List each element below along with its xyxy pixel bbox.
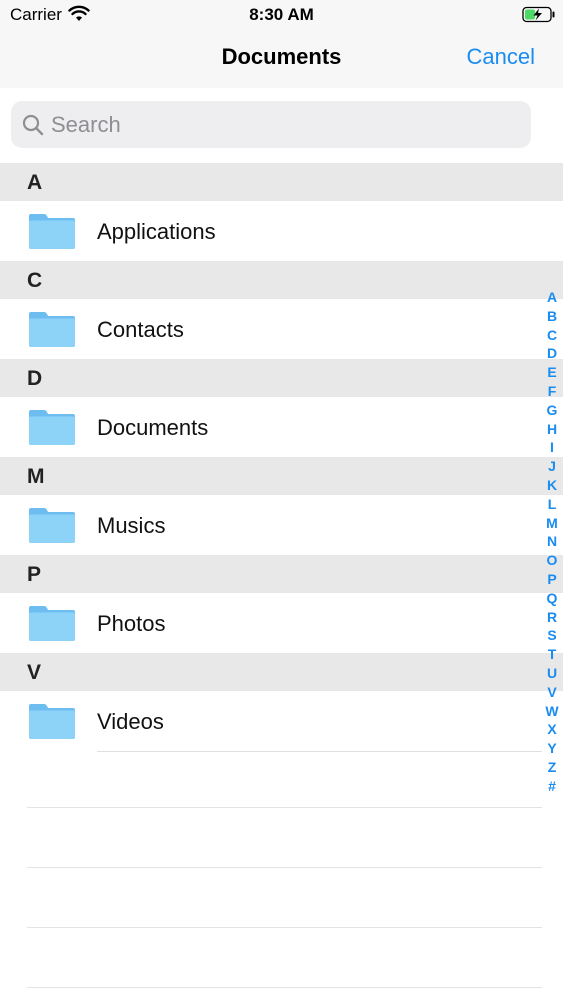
index-letter-z[interactable]: Z (538, 758, 563, 777)
section-letter: V (27, 661, 42, 684)
index-letter-h[interactable]: H (538, 420, 563, 439)
section-letter: C (27, 269, 43, 292)
cancel-button[interactable]: Cancel (467, 44, 535, 70)
search-bar (0, 88, 563, 163)
folder-icon (29, 704, 75, 739)
search-field[interactable] (11, 101, 531, 148)
empty-row (27, 928, 542, 988)
index-letter-y[interactable]: Y (538, 739, 563, 758)
index-letter-a[interactable]: A (538, 288, 563, 307)
index-letter-v[interactable]: V (538, 683, 563, 702)
index-letter-p[interactable]: P (538, 570, 563, 589)
section-letter: D (27, 367, 43, 390)
index-letter-w[interactable]: W (538, 702, 563, 721)
folder-icon (29, 410, 75, 445)
section-header-a: A (0, 163, 563, 201)
list-item-musics[interactable]: Musics (0, 495, 563, 555)
list-item-documents[interactable]: Documents (0, 397, 563, 457)
list-item-label: Musics (97, 513, 166, 538)
section-header-v: V (0, 653, 563, 691)
section-letter: A (27, 171, 43, 194)
index-letter-hash[interactable]: # (538, 777, 563, 796)
empty-row (27, 808, 542, 868)
folder-icon (29, 214, 75, 249)
index-letter-m[interactable]: M (538, 514, 563, 533)
index-letter-q[interactable]: Q (538, 589, 563, 608)
empty-row (27, 748, 542, 808)
documents-list: A Applications C Contacts D Documents M (0, 163, 563, 752)
battery-charging-icon (522, 6, 555, 23)
list-item-label: Contacts (97, 317, 184, 342)
index-letter-d[interactable]: D (538, 344, 563, 363)
status-time: 8:30 AM (249, 5, 314, 24)
index-letter-l[interactable]: L (538, 495, 563, 514)
list-item-videos[interactable]: Videos (0, 691, 563, 751)
folder-icon (29, 508, 75, 543)
index-letter-k[interactable]: K (538, 476, 563, 495)
section-letter: P (27, 563, 42, 586)
list-item-applications[interactable]: Applications (0, 201, 563, 261)
index-letter-t[interactable]: T (538, 645, 563, 664)
list-item-photos[interactable]: Photos (0, 593, 563, 653)
index-letter-n[interactable]: N (538, 532, 563, 551)
folder-icon (29, 312, 75, 347)
section-header-m: M (0, 457, 563, 495)
empty-row (27, 868, 542, 928)
index-letter-f[interactable]: F (538, 382, 563, 401)
folder-icon (29, 606, 75, 641)
index-letter-c[interactable]: C (538, 326, 563, 345)
index-letter-j[interactable]: J (538, 457, 563, 476)
list-item-label: Applications (97, 219, 216, 244)
section-header-c: C (0, 261, 563, 299)
index-letter-x[interactable]: X (538, 720, 563, 739)
section-letter: M (27, 465, 45, 488)
index-letter-i[interactable]: I (538, 438, 563, 457)
status-bar: Carrier 8:30 AM (0, 0, 563, 30)
list-item-contacts[interactable]: Contacts (0, 299, 563, 359)
search-input[interactable] (51, 101, 521, 148)
section-index[interactable]: A B C D E F G H I J K L M N O P Q R S T … (538, 288, 563, 796)
index-letter-e[interactable]: E (538, 363, 563, 382)
section-header-d: D (0, 359, 563, 397)
list-item-label: Photos (97, 611, 166, 636)
list-item-label: Videos (97, 709, 164, 734)
navigation-bar: Documents Cancel (0, 30, 563, 89)
empty-rows (0, 748, 563, 988)
index-letter-o[interactable]: O (538, 551, 563, 570)
index-letter-u[interactable]: U (538, 664, 563, 683)
index-letter-b[interactable]: B (538, 307, 563, 326)
list-item-label: Documents (97, 415, 209, 440)
index-letter-g[interactable]: G (538, 401, 563, 420)
index-letter-s[interactable]: S (538, 626, 563, 645)
index-letter-r[interactable]: R (538, 608, 563, 627)
section-header-p: P (0, 555, 563, 593)
search-icon (22, 114, 44, 136)
